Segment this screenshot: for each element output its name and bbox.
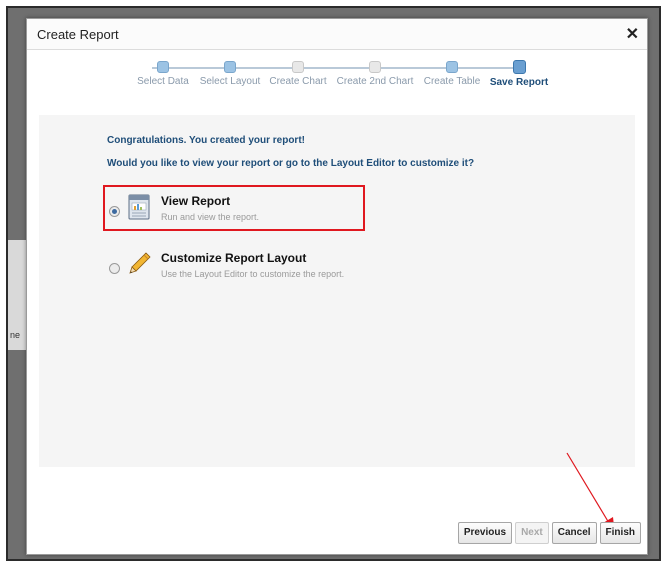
wizard-button-bar: Previous Next Cancel Finish <box>457 522 641 544</box>
train-step-marker <box>157 61 169 73</box>
next-button: Next <box>515 522 549 544</box>
view-report-title: View Report <box>161 194 231 208</box>
screenshot-frame: ne Create Report ✕ Select Data Select La… <box>6 6 661 561</box>
cancel-button[interactable]: Cancel <box>551 522 597 544</box>
background-partial-text: ne <box>10 330 21 340</box>
dialog-title: Create Report <box>37 27 119 42</box>
create-report-dialog: Create Report ✕ Select Data Select Layou… <box>26 18 648 555</box>
train-step-marker <box>292 61 304 73</box>
train-step-marker <box>446 61 458 73</box>
wizard-content-panel: Congratulations. You created your report… <box>39 115 635 467</box>
train-step-save-report: Save Report <box>469 57 569 88</box>
question-message: Would you like to view your report or go… <box>107 158 475 169</box>
option-customize-report-layout[interactable]: Customize Report Layout Use the Layout E… <box>99 247 499 293</box>
previous-button[interactable]: Previous <box>457 522 513 544</box>
wizard-train: Select Data Select Layout Create Chart C… <box>27 57 647 97</box>
pencil-icon <box>129 252 151 274</box>
background-window-strip: ne <box>8 240 28 350</box>
customize-layout-radio[interactable] <box>109 263 120 274</box>
view-report-description: Run and view the report. <box>161 212 260 222</box>
train-step-marker <box>369 61 381 73</box>
train-step-label-current: Save Report <box>489 77 549 88</box>
view-report-radio[interactable] <box>109 206 120 217</box>
congratulations-message: Congratulations. You created your report… <box>107 135 305 146</box>
finish-button[interactable]: Finish <box>599 522 641 544</box>
train-step-marker <box>224 61 236 73</box>
customize-layout-title: Customize Report Layout <box>161 251 307 265</box>
customize-layout-description: Use the Layout Editor to customize the r… <box>161 269 345 279</box>
report-icon <box>128 194 150 220</box>
close-icon[interactable]: ✕ <box>626 24 639 44</box>
dialog-titlebar: Create Report ✕ <box>27 19 647 50</box>
train-step-marker-current <box>512 60 526 74</box>
option-view-report[interactable]: View Report Run and view the report. <box>99 190 499 236</box>
